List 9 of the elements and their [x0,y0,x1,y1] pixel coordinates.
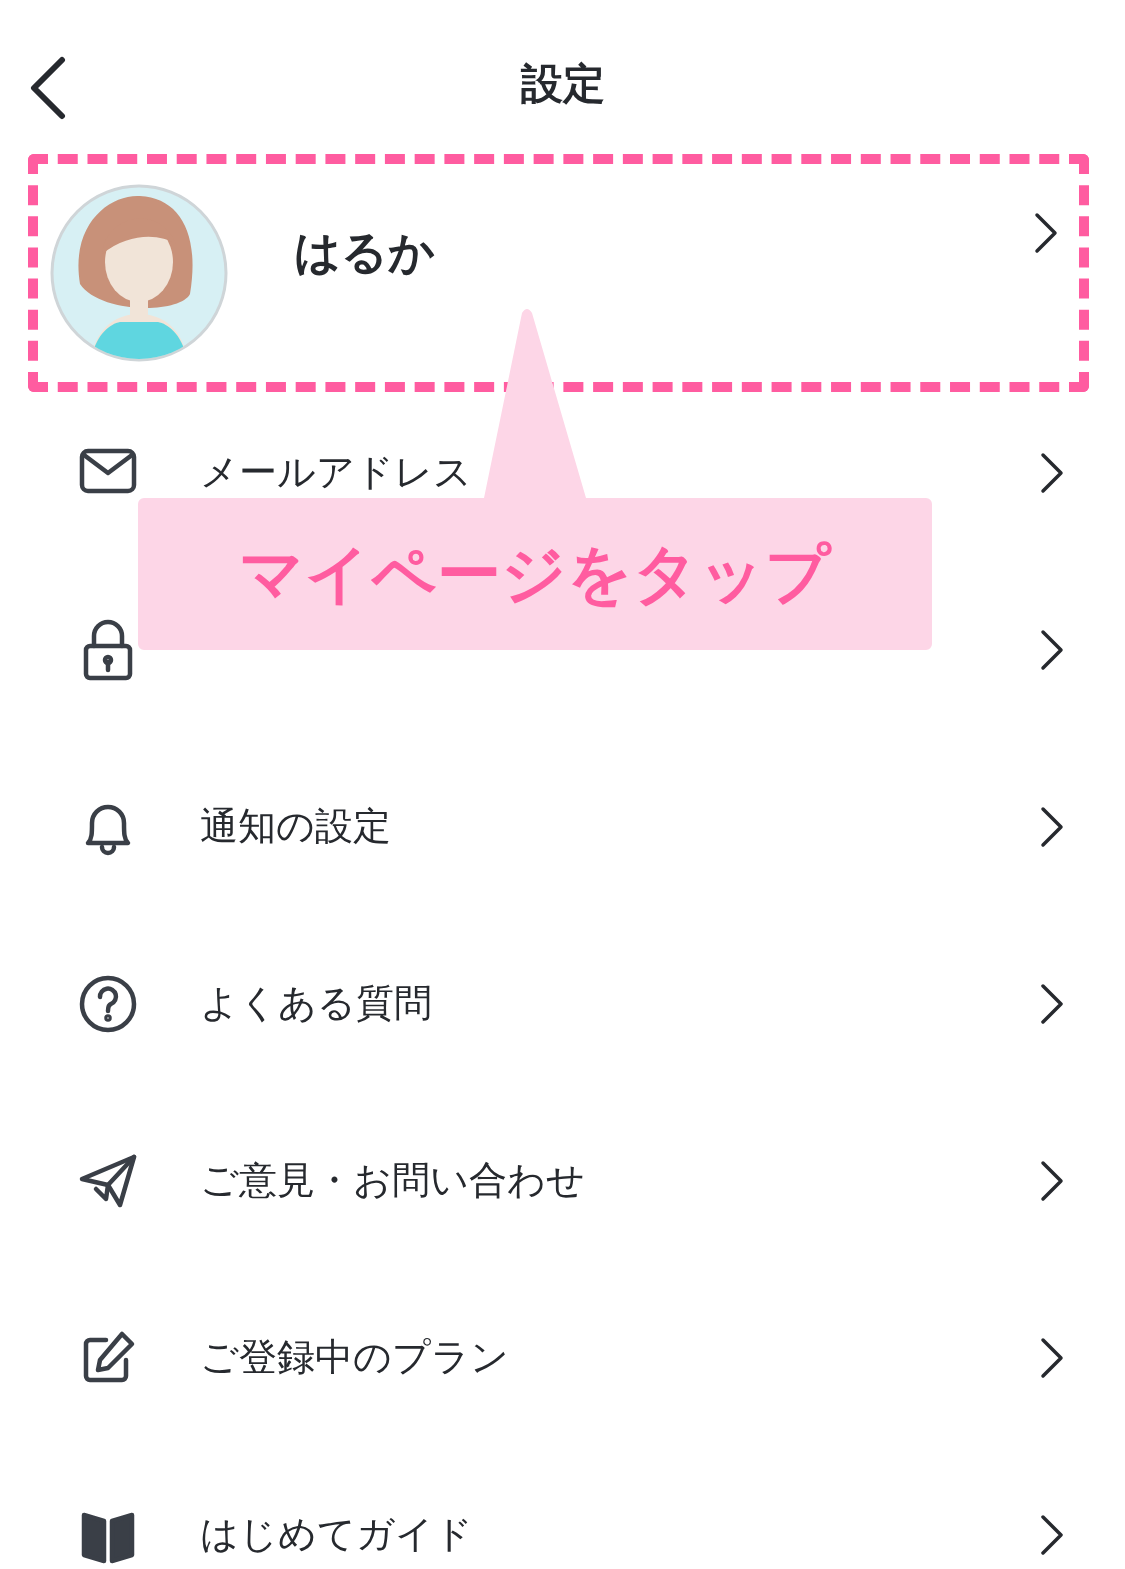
menu-label: ご意見・お問い合わせ [200,1157,586,1204]
menu-label: メールアドレス [200,449,473,496]
menu-label: はじめてガイド [200,1511,474,1558]
menu-label: 通知の設定 [200,803,392,850]
page-title: 設定 [520,58,605,110]
callout-text: マイページをタップ [238,535,833,613]
menu-label: よくある質問 [200,980,433,1027]
user-name: はるか [294,224,436,281]
menu-label: ご登録中のプラン [200,1334,510,1381]
